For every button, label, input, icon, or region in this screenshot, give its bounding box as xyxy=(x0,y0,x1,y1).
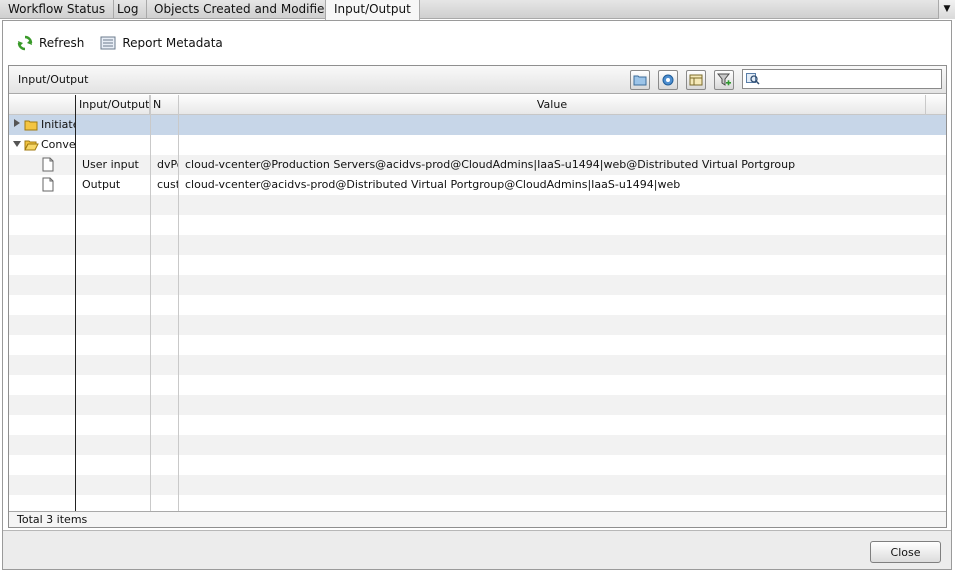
tab-list-dropdown[interactable]: ▼ xyxy=(938,0,955,19)
expand-arrow-icon[interactable] xyxy=(13,115,21,135)
content-area: Refresh Report Metadata Input/Output Inp… xyxy=(3,21,951,531)
column-header-input-output[interactable]: Input/Output xyxy=(76,95,150,115)
collapse-arrow-icon[interactable] xyxy=(12,135,22,155)
io-grid: Input/Output N Value Initiate Conve User… xyxy=(9,95,946,511)
column-header-tree[interactable] xyxy=(9,95,76,115)
refresh-label: Refresh xyxy=(39,36,85,50)
folder-icon xyxy=(24,118,38,132)
search-input[interactable] xyxy=(742,69,942,89)
report-metadata-label: Report Metadata xyxy=(122,36,223,50)
search-icon xyxy=(746,73,760,85)
column-divider[interactable] xyxy=(178,95,179,511)
tab-objects-created-and-modified[interactable]: Objects Created and Modified xyxy=(146,0,342,19)
tab-input-output[interactable]: Input/Output xyxy=(325,0,420,20)
tab-workflow-status[interactable]: Workflow Status xyxy=(0,0,115,19)
close-button[interactable]: Close xyxy=(870,541,941,563)
grid-footer: Total 3 items xyxy=(9,511,946,527)
tab-bar: Workflow Status Log Objects Created and … xyxy=(0,0,955,20)
row-name: Initiate xyxy=(41,118,76,131)
refresh-icon xyxy=(17,35,33,51)
row-name: Convert xyxy=(41,138,76,151)
triangle-down-icon: ▼ xyxy=(943,4,951,14)
folder-icon xyxy=(633,75,647,86)
toolbar: Refresh Report Metadata xyxy=(17,33,239,53)
column-header-value[interactable]: Value xyxy=(179,95,926,115)
file-icon xyxy=(42,157,54,173)
total-items-label: Total 3 items xyxy=(17,513,88,526)
row-value: cloud-vcenter@acidvs-prod@Distributed Vi… xyxy=(185,178,681,191)
column-divider[interactable] xyxy=(75,95,76,511)
tab-log[interactable]: Log xyxy=(109,0,148,19)
settings-button[interactable] xyxy=(658,70,678,90)
column-divider[interactable] xyxy=(925,95,926,115)
filter-button[interactable] xyxy=(714,70,734,90)
refresh-button[interactable]: Refresh xyxy=(17,35,84,51)
column-header-name[interactable]: N xyxy=(150,95,179,115)
table-export-icon xyxy=(689,74,703,86)
export-button[interactable] xyxy=(686,70,706,90)
panel-header: Input/Output xyxy=(9,66,946,94)
report-icon xyxy=(100,36,116,50)
file-icon xyxy=(42,177,54,193)
open-folder-icon xyxy=(24,138,39,152)
dialog-frame: Refresh Report Metadata Input/Output Inp… xyxy=(2,20,952,570)
row-value: cloud-vcenter@Production Servers@acidvs-… xyxy=(185,158,796,171)
row-io-type: Output xyxy=(82,178,121,191)
open-folder-button[interactable] xyxy=(630,70,650,90)
input-output-panel: Input/Output Input/Output N Value Initia… xyxy=(8,65,947,528)
panel-title: Input/Output xyxy=(18,73,89,86)
filter-add-icon xyxy=(717,73,731,86)
row-n: dvPortgroup xyxy=(157,158,178,171)
report-metadata-button[interactable]: Report Metadata xyxy=(100,36,223,50)
gear-icon xyxy=(662,74,674,86)
row-io-type: User input xyxy=(82,158,139,171)
column-divider[interactable] xyxy=(150,95,151,511)
row-n: custom xyxy=(157,178,178,191)
